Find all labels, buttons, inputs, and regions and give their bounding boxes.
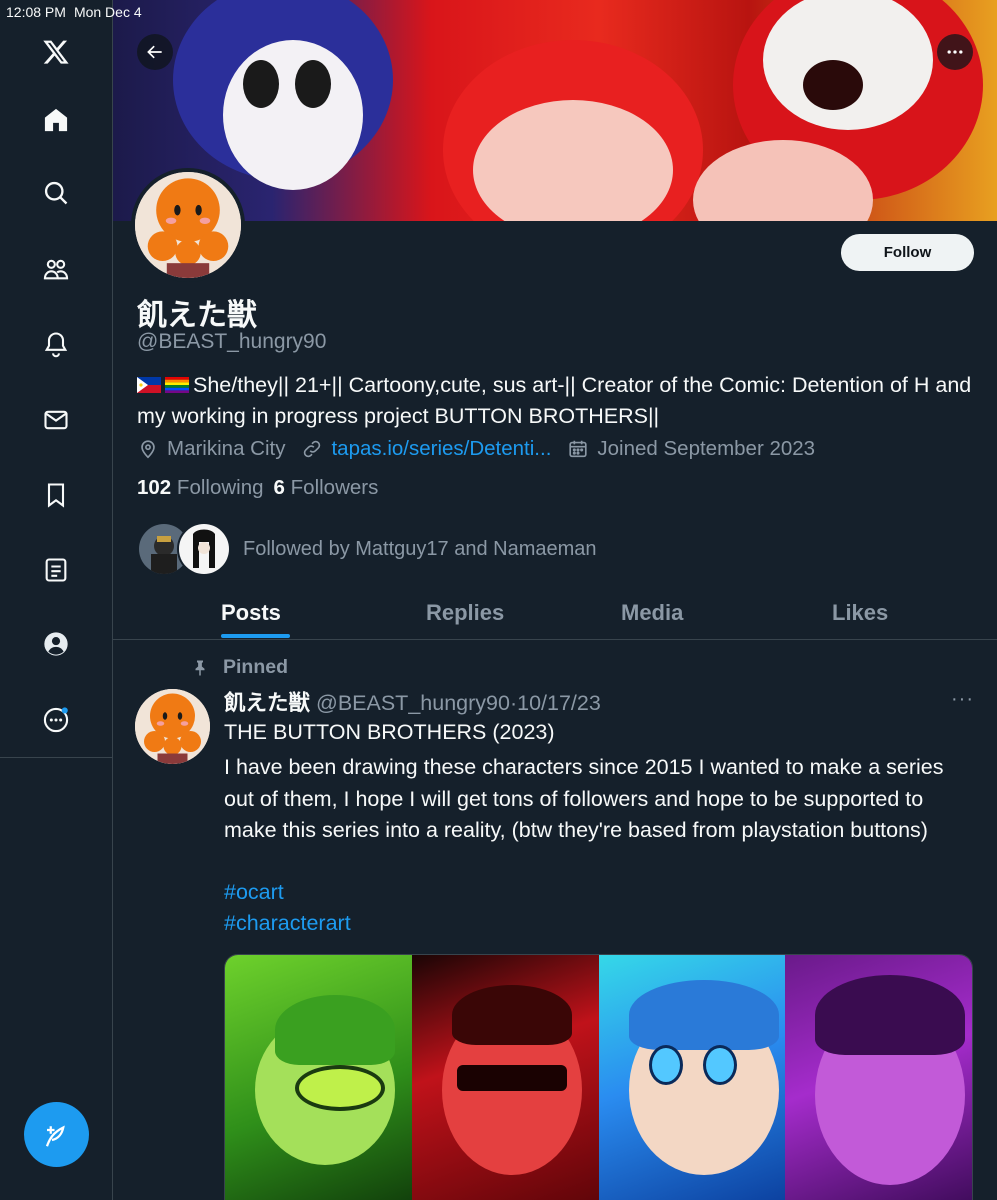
pinned-text: Pinned (223, 656, 289, 678)
notifications-icon[interactable] (36, 324, 76, 364)
back-button[interactable] (137, 34, 173, 70)
following-count: 102 (137, 476, 172, 499)
post-media[interactable] (224, 954, 973, 1200)
tab-likes[interactable]: Likes (832, 600, 888, 626)
profile-avatar[interactable] (131, 168, 245, 282)
home-icon[interactable] (36, 100, 76, 140)
follow-counts: 102 Following 6 Followers (137, 476, 378, 500)
hashtag-link[interactable]: #ocart (224, 880, 284, 905)
bookmarks-icon[interactable] (36, 475, 76, 515)
post-author-name[interactable]: 飢えた獣 (224, 691, 310, 716)
communities-icon[interactable] (36, 249, 76, 289)
profile-main: Follow 飢えた獣 @BEAST_hungry90 She/they|| 2… (113, 0, 997, 1200)
sidebar-divider (0, 757, 113, 758)
followed-by[interactable]: Followed by Mattguy17 and Namaeman (137, 522, 597, 576)
compose-button[interactable] (24, 1102, 89, 1167)
profile-tabs: Posts Replies Media Likes (113, 588, 997, 640)
tab-media[interactable]: Media (621, 600, 683, 626)
link-icon (304, 440, 321, 458)
followers-label: Followers (290, 476, 379, 499)
bio-text: She/they|| 21+|| Cartoony,cute, sus art-… (137, 373, 972, 428)
media-image-purple[interactable] (785, 955, 972, 1200)
tab-posts[interactable]: Posts (221, 600, 281, 626)
media-image-red[interactable] (411, 955, 599, 1200)
status-time: 12:08 PM (6, 4, 66, 20)
post-body: I have been drawing these characters sin… (224, 755, 944, 842)
profile-link[interactable]: tapas.io/series/Detenti... (301, 437, 551, 461)
location: Marikina City (137, 437, 285, 461)
joined-text: Joined September 2023 (597, 437, 816, 460)
post-more-button[interactable]: ··· (951, 688, 974, 711)
compose-icon (45, 1124, 65, 1147)
followers-count: 6 (273, 476, 285, 499)
profile-bio: She/they|| 21+|| Cartoony,cute, sus art-… (137, 370, 977, 432)
follow-button[interactable]: Follow (841, 234, 974, 271)
followers-link[interactable]: 6 Followers (274, 476, 379, 499)
post-title: THE BUTTON BROTHERS (2023) (224, 720, 555, 744)
post-date[interactable]: 10/17/23 (517, 691, 601, 715)
lists-icon[interactable] (36, 550, 76, 590)
pinned-label: Pinned (191, 656, 288, 679)
profile-banner (113, 0, 997, 221)
status-bar: 12:08 PM Mon Dec 4 (0, 0, 142, 24)
pin-icon (195, 660, 205, 675)
followed-by-text: Followed by Mattguy17 and Namaeman (243, 537, 597, 560)
search-icon[interactable] (36, 173, 76, 213)
messages-icon[interactable] (36, 400, 76, 440)
calendar-icon (569, 440, 588, 458)
arrow-left-icon (147, 45, 162, 59)
profile-link-text[interactable]: tapas.io/series/Detenti... (331, 437, 551, 461)
profile-handle: @BEAST_hungry90 (137, 330, 327, 353)
location-pin-icon (141, 440, 155, 459)
more-icon[interactable] (36, 700, 76, 740)
post-header: 飢えた獣 @BEAST_hungry90·10/17/23 (224, 686, 601, 717)
post-author-handle[interactable]: @BEAST_hungry90 (316, 691, 510, 715)
profile-display-name: 飢えた獣 (137, 298, 257, 333)
following-label: Following (176, 476, 264, 499)
media-image-green[interactable] (225, 955, 412, 1200)
more-horizontal-icon (947, 50, 963, 54)
hashtag-link[interactable]: #characterart (224, 911, 351, 936)
post-author-avatar[interactable] (135, 689, 210, 764)
philippines-flag-icon (137, 377, 161, 393)
x-logo-icon[interactable] (36, 32, 76, 72)
profile-more-button[interactable] (937, 34, 973, 70)
location-text: Marikina City (167, 437, 286, 460)
sidebar (0, 0, 113, 1200)
tab-replies[interactable]: Replies (426, 600, 504, 626)
rainbow-flag-icon (165, 377, 189, 393)
joined-date: Joined September 2023 (567, 437, 815, 461)
profile-meta: Marikina City tapas.io/series/Detenti...… (137, 437, 831, 461)
status-date: Mon Dec 4 (73, 4, 142, 20)
following-link[interactable]: 102 Following (137, 476, 264, 499)
follower-avatar (177, 522, 231, 576)
media-image-blue[interactable] (598, 955, 786, 1200)
active-tab-indicator (221, 634, 290, 638)
profile-icon[interactable] (36, 624, 76, 664)
